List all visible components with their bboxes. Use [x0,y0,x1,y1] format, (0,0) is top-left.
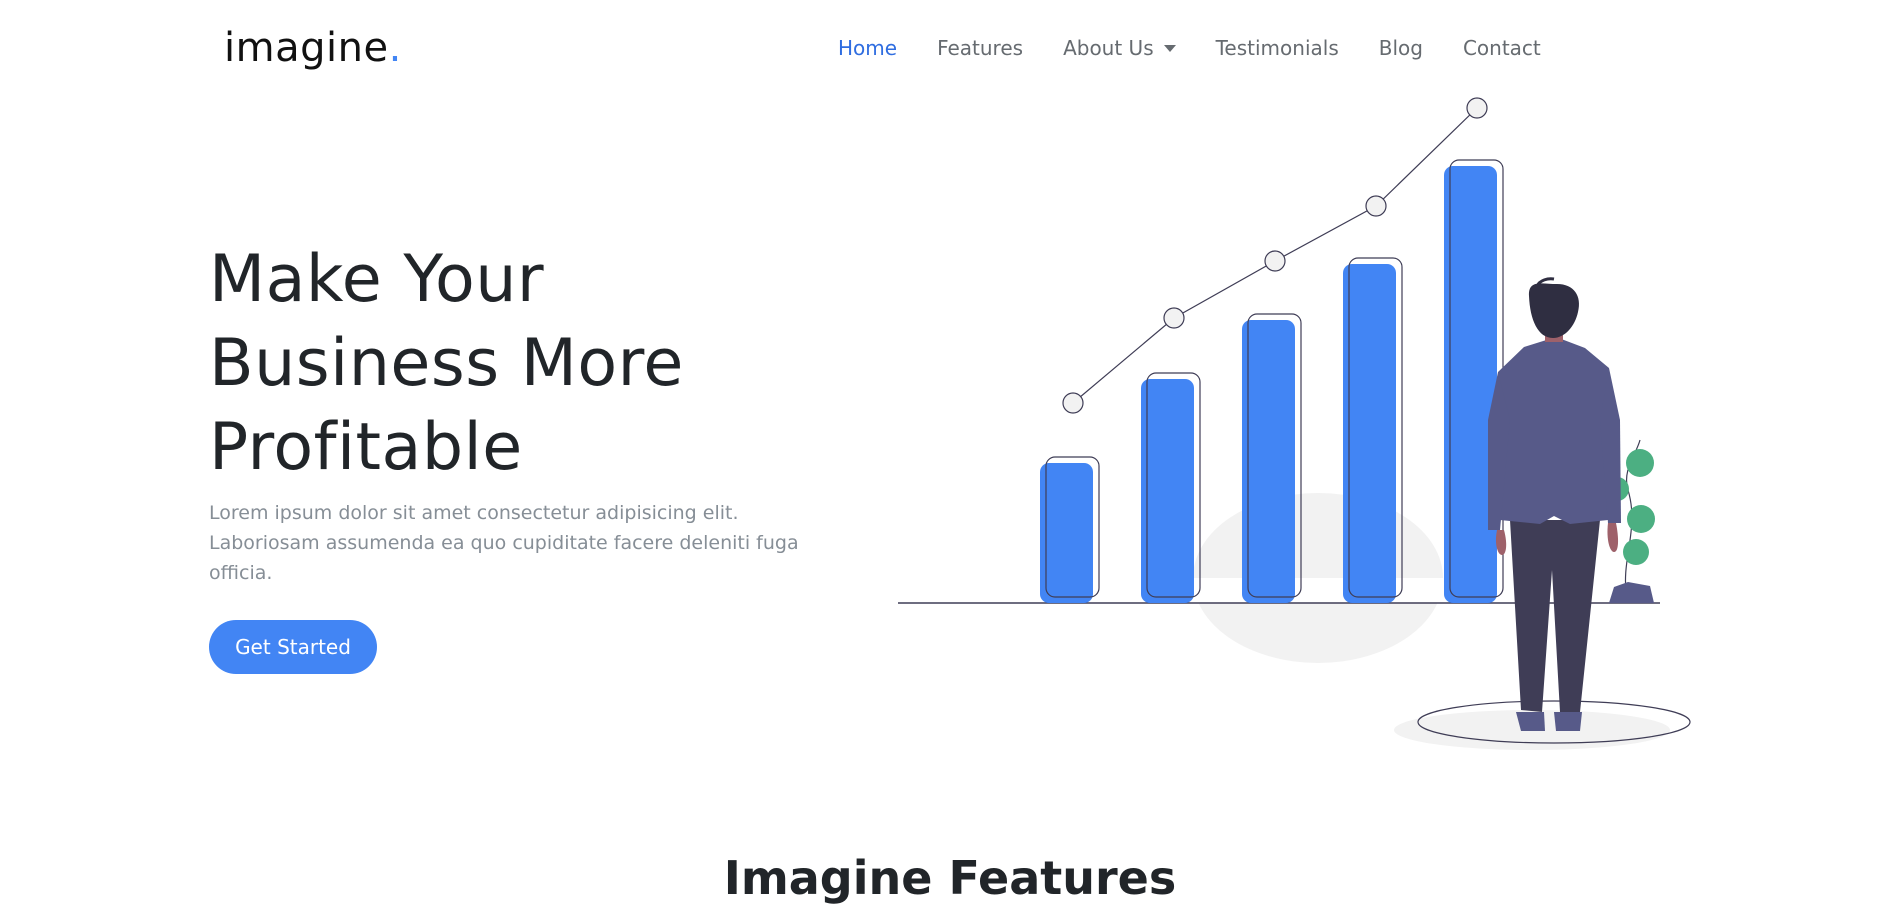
bars [1040,159,1504,603]
caret-down-icon [1163,44,1176,52]
nav-item-features[interactable]: Features [937,33,1023,63]
brand-name: imagine [224,25,389,71]
hero-title-line: Profitable [209,410,523,485]
nav-item-contact[interactable]: Contact [1463,33,1541,63]
hero-title-line: Make Your [209,242,545,317]
main-nav: Home Features About Us Testimonials Blog… [838,33,1581,63]
hero-title-line: Business More [209,326,684,401]
hero-title: Make Your Business More Profitable [209,238,849,490]
nav-item-testimonials[interactable]: Testimonials [1216,33,1339,63]
nav-item-home[interactable]: Home [838,33,897,63]
brand-logo[interactable]: imagine. [224,22,402,74]
hero-description: Lorem ipsum dolor sit amet consectetur a… [209,502,799,584]
nav-item-about-us[interactable]: About Us [1063,33,1176,63]
nav-item-about-us-label: About Us [1063,36,1154,60]
nav-item-blog[interactable]: Blog [1379,33,1423,63]
get-started-button[interactable]: Get Started [209,620,377,674]
brand-dot: . [388,25,402,71]
businessman-figure [1488,277,1621,731]
growth-chart-illustration [898,97,1691,750]
features-section-title: Imagine Features [723,851,1177,905]
